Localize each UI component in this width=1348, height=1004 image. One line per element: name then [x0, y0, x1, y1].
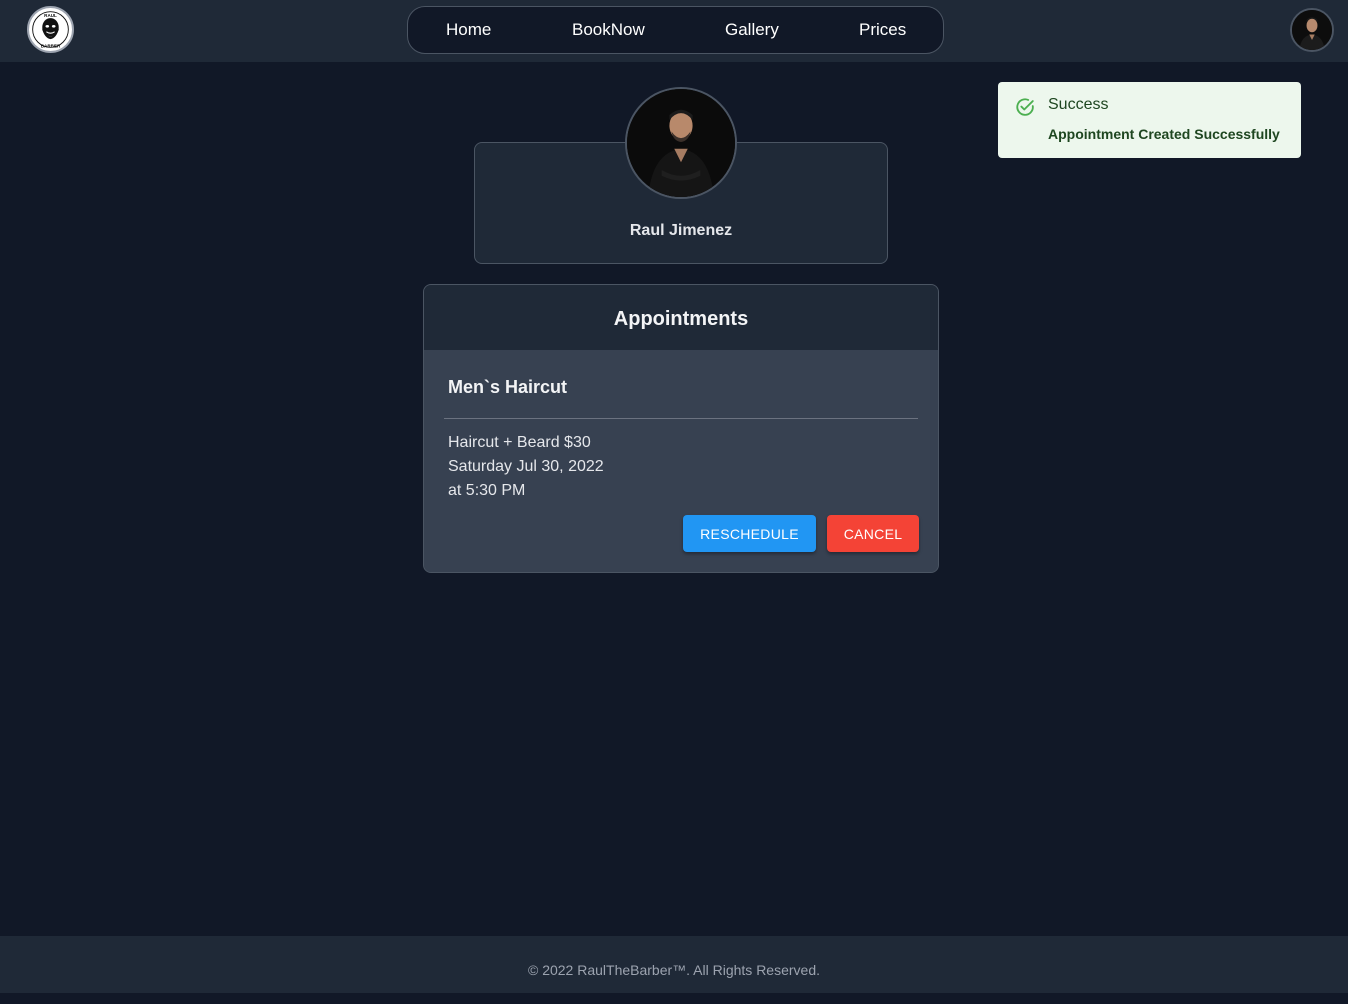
barber-portrait-icon — [627, 89, 735, 197]
appointments-heading: Appointments — [424, 285, 938, 350]
check-circle-icon — [1016, 98, 1034, 116]
barber-photo — [625, 87, 737, 199]
barber-name: Raul Jimenez — [629, 222, 733, 239]
reschedule-button[interactable]: RESCHEDULE — [683, 515, 816, 552]
footer: © 2022 RaulTheBarber™. All Rights Reserv… — [0, 936, 1348, 993]
toast-message: Appointment Created Successfully — [1048, 126, 1280, 142]
divider — [444, 418, 918, 419]
appointment-date: Saturday Jul 30, 2022 — [448, 458, 604, 475]
nav-home[interactable]: Home — [446, 7, 491, 53]
main-nav: Home BookNow Gallery Prices — [407, 6, 944, 54]
cancel-button[interactable]: CANCEL — [827, 515, 919, 552]
toast-title: Success — [1048, 96, 1109, 113]
footer-copyright: © 2022 RaulTheBarber™. All Rights Reserv… — [527, 962, 820, 978]
top-navbar: RAUL BARBER Home BookNow Gallery Prices — [0, 0, 1348, 62]
barber-logo-icon[interactable]: RAUL BARBER — [27, 6, 74, 53]
appointment-time: at 5:30 PM — [448, 482, 526, 499]
nav-booknow[interactable]: BookNow — [572, 7, 645, 53]
user-avatar[interactable] — [1290, 8, 1334, 52]
appointments-panel: Appointments Men`s Haircut Haircut + Bea… — [423, 284, 939, 573]
nav-prices[interactable]: Prices — [859, 7, 906, 53]
user-avatar-icon — [1292, 10, 1332, 50]
success-toast: Success Appointment Created Successfully — [998, 82, 1301, 158]
appointment-package: Haircut + Beard $30 — [448, 434, 591, 451]
logo-text-top: RAUL — [44, 13, 57, 18]
barber-logo-graphic: RAUL BARBER — [30, 9, 71, 50]
logo-text-bottom: BARBER — [41, 43, 61, 48]
appointment-card: Men`s Haircut Haircut + Beard $30 Saturd… — [424, 350, 938, 572]
appointment-service: Men`s Haircut — [448, 377, 568, 397]
nav-gallery[interactable]: Gallery — [725, 7, 779, 53]
